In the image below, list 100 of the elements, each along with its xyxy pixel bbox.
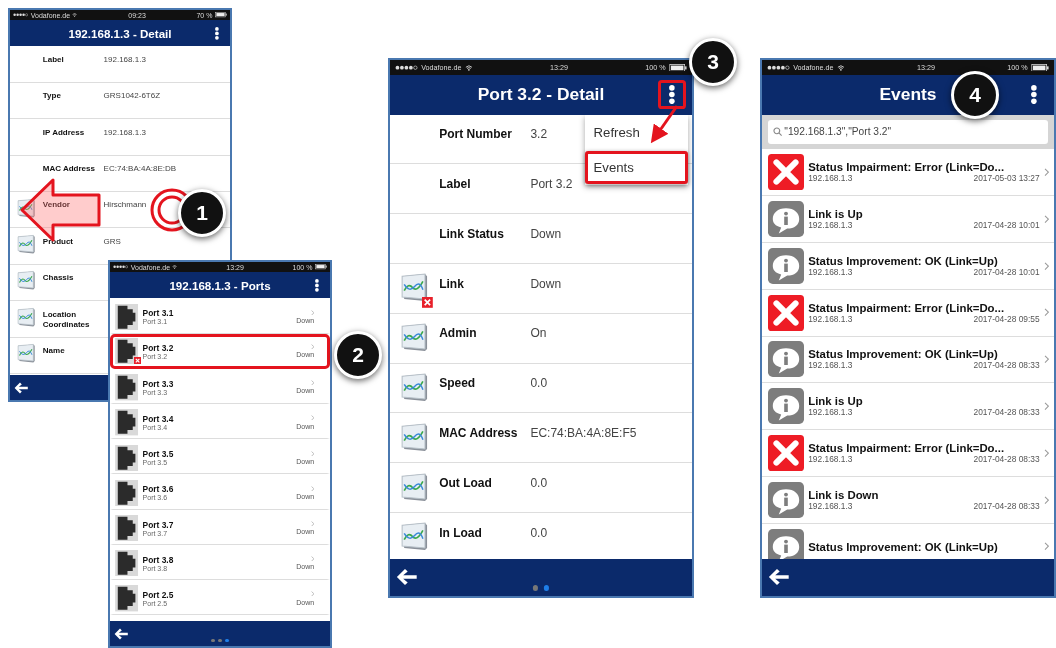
page-dot[interactable]	[543, 585, 550, 591]
wifi-icon	[465, 64, 473, 71]
kebab-icon	[669, 85, 676, 105]
port-name: Port 3.1	[142, 308, 175, 319]
wifi-icon	[72, 13, 78, 17]
field-value: 0.0	[530, 475, 548, 491]
port-icon	[115, 303, 139, 331]
field-value: Down	[530, 276, 562, 292]
event-time: 2017-04-28 08:33	[973, 454, 1040, 464]
kebab-icon	[214, 26, 219, 40]
info-icon	[768, 247, 804, 284]
chevron-icon	[310, 485, 315, 492]
event-title: Status Impairment: Error (Link=Do...	[808, 161, 1006, 174]
battery-icon	[669, 63, 688, 72]
event-title: Link is Up	[808, 395, 864, 408]
port-icon	[115, 337, 139, 365]
event-time: 2017-04-28 08:33	[973, 500, 1040, 511]
event-time: 2017-04-28 10:01	[973, 266, 1040, 277]
page-dot[interactable]	[211, 638, 215, 643]
screen-title: Events	[879, 84, 937, 106]
menu-item[interactable]: Refresh	[584, 115, 688, 149]
field-value: 192.168.1.3	[103, 54, 146, 65]
back-arrow-icon	[396, 568, 418, 587]
port-name: Port 3.8	[142, 554, 175, 565]
chevron-icon	[310, 415, 315, 422]
port-name: Port 2.5	[142, 590, 175, 600]
field-label: IP Address	[42, 127, 86, 138]
chevron-icon	[310, 521, 315, 527]
field-label: Label	[439, 177, 472, 192]
event-source: 192.168.1.3	[808, 173, 853, 184]
chevron-icon	[1043, 402, 1050, 411]
field-value: Port 3.2	[530, 177, 573, 192]
error-icon	[768, 435, 804, 471]
chevron-icon	[1043, 168, 1050, 177]
event-time: 2017-04-28 08:33	[973, 360, 1040, 371]
field-label: Label	[42, 54, 65, 65]
port-name: Port 3.5	[142, 449, 175, 460]
field-value: Down	[530, 226, 562, 242]
field-label: Speed	[439, 376, 477, 392]
more-menu-button[interactable]	[658, 80, 686, 110]
info-icon	[768, 388, 804, 425]
screen-title: 192.168.1.3 - Ports	[169, 278, 271, 292]
chevron-icon	[310, 591, 315, 597]
field-value: 0.0	[530, 376, 548, 392]
chevron-icon	[1043, 448, 1050, 458]
chart-icon	[16, 233, 37, 255]
page-dot[interactable]	[218, 638, 222, 643]
back-arrow-icon	[14, 381, 29, 394]
error-badge-icon	[421, 296, 433, 308]
port-name: Port 3.7	[142, 519, 175, 530]
event-title: Link is Down	[808, 488, 880, 501]
port-name: Port 3.2	[142, 342, 175, 353]
field-label: Type	[42, 91, 62, 102]
chevron-icon	[1043, 214, 1050, 224]
search-field[interactable]: "192.168.1.3","Port 3.2"	[768, 120, 1048, 144]
chevron-icon	[310, 309, 315, 316]
field-label: Port Number	[439, 127, 513, 143]
kebab-icon	[1031, 85, 1038, 105]
field-label: Vendor	[42, 200, 71, 211]
event-time: 2017-04-28 10:01	[973, 220, 1040, 231]
field-value: 3.2	[530, 127, 548, 143]
field-value: GRS	[103, 236, 121, 247]
field-value: On	[530, 326, 547, 342]
chart-icon	[16, 270, 37, 292]
battery-icon	[214, 12, 227, 18]
event-time: 2017-05-03 13:27	[973, 173, 1040, 184]
chevron-icon	[1043, 261, 1050, 271]
port-icon	[115, 585, 139, 612]
field-value: GRS1042-6T6Z	[103, 91, 161, 102]
event-title: Status Improvement: OK (Link=Up)	[808, 540, 999, 553]
signal-icon	[113, 265, 129, 269]
chevron-icon	[1043, 355, 1050, 364]
field-value: 0.0	[530, 525, 548, 541]
arrow-annotation	[650, 105, 679, 144]
field-label: Link Status	[439, 226, 505, 242]
page-dot[interactable]	[225, 638, 229, 643]
port-icon	[115, 409, 139, 436]
chevron-icon	[1043, 542, 1050, 551]
event-source: 192.168.1.3	[808, 360, 853, 371]
field-label: Product	[42, 236, 75, 247]
port-icon	[115, 514, 139, 542]
chevron-icon	[310, 344, 315, 350]
port-icon	[115, 479, 139, 507]
error-icon	[768, 154, 804, 191]
wifi-icon	[172, 265, 178, 269]
page-dot[interactable]	[532, 585, 539, 591]
event-source: 192.168.1.3	[808, 454, 853, 464]
menu-item[interactable]: Events	[584, 151, 688, 184]
error-icon	[768, 294, 804, 331]
chevron-icon	[310, 556, 315, 562]
chart-icon	[16, 197, 37, 219]
event-source: 192.168.1.3	[808, 266, 853, 277]
event-time: 2017-04-28 08:33	[973, 407, 1040, 418]
chevron-icon	[310, 450, 315, 457]
event-source: 192.168.1.3	[808, 500, 853, 511]
wifi-icon	[837, 64, 845, 71]
field-label: Chassis	[42, 273, 75, 284]
step-number-badge: 3	[689, 38, 737, 86]
port-name: Port 3.4	[142, 414, 175, 425]
port-name: Port 3.6	[142, 484, 175, 495]
